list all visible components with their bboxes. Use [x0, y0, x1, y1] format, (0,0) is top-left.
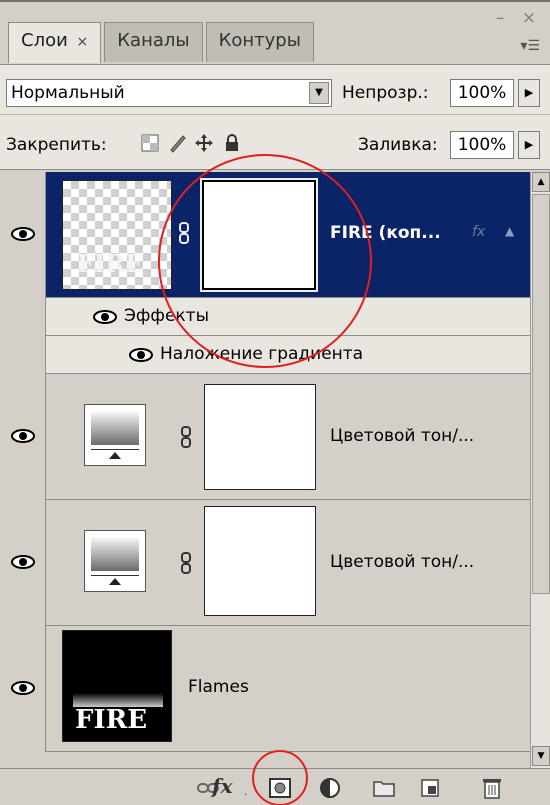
panel-menu-icon[interactable]: ▾☰	[520, 38, 540, 54]
layers-panel: – × Слои × Каналы Контуры ▾☰ Нормальный …	[0, 0, 550, 805]
layer-thumbnail: FIRE	[62, 180, 172, 290]
effects-row[interactable]: Эффекты	[46, 298, 530, 336]
layers-toolbar: fx .	[0, 768, 550, 805]
lock-row: Закрепить: Заливка: 100% ▶	[0, 114, 550, 170]
fx-badge-icon: fx	[472, 224, 486, 240]
adjustment-layer-icon[interactable]	[318, 777, 342, 799]
expand-effects-icon[interactable]: ▲	[505, 224, 514, 238]
tab-channels[interactable]: Каналы	[104, 22, 203, 62]
layer-name: FIRE (коп...	[330, 223, 441, 243]
opacity-arrow-button[interactable]: ▶	[518, 79, 540, 107]
fill-label: Заливка:	[358, 135, 438, 155]
panel-titlebar: – × Слои × Каналы Контуры ▾☰	[0, 2, 550, 63]
chain-link-icon[interactable]	[178, 222, 190, 244]
lock-transparency-icon[interactable]	[140, 133, 160, 153]
lock-label: Закрепить:	[6, 135, 107, 155]
effects-label: Эффекты	[124, 306, 209, 326]
adjustment-thumbnail	[84, 404, 146, 466]
scroll-down-icon[interactable]: ▼	[532, 746, 550, 766]
layer-mask-thumbnail[interactable]	[204, 384, 316, 490]
tab-paths[interactable]: Контуры	[205, 22, 314, 62]
scroll-thumb[interactable]	[532, 194, 550, 594]
opacity-input[interactable]: 100%	[450, 79, 514, 107]
eye-icon[interactable]	[10, 554, 36, 570]
add-mask-icon[interactable]	[268, 777, 292, 799]
thumb-fire-text: FIRE	[77, 249, 144, 278]
layers-list: FIRE FIRE (коп... fx ▲ Эффекты Наложение…	[0, 172, 530, 752]
trash-icon[interactable]	[480, 777, 504, 799]
layer-thumbnail: FIRE	[62, 630, 172, 742]
eye-icon[interactable]	[92, 309, 118, 325]
blend-row: Нормальный ▼ Непрозр.: 100% ▶	[0, 64, 550, 114]
eye-icon[interactable]	[10, 226, 36, 242]
layer-row-flames[interactable]: FIRE Flames	[0, 626, 530, 752]
tab-channels-label: Каналы	[117, 30, 190, 51]
lock-position-icon[interactable]	[194, 133, 214, 153]
layer-row-hue-saturation-2[interactable]: Цветовой тон/...	[0, 500, 530, 626]
new-group-icon[interactable]	[372, 777, 396, 799]
layer-row-fire-copy[interactable]: FIRE FIRE (коп... fx ▲	[0, 172, 530, 298]
gradient-overlay-label: Наложение градиента	[160, 344, 364, 364]
panel-tabs: Слои × Каналы Контуры	[8, 22, 317, 63]
layer-mask-thumbnail[interactable]	[200, 178, 318, 292]
opacity-label: Непрозр.:	[342, 83, 429, 103]
tab-layers[interactable]: Слои ×	[8, 22, 102, 63]
chain-link-icon[interactable]	[180, 426, 192, 448]
tab-layers-label: Слои	[21, 30, 68, 51]
window-controls[interactable]: – ×	[496, 8, 542, 28]
chain-link-icon[interactable]	[180, 552, 192, 574]
fill-arrow-button[interactable]: ▶	[518, 131, 540, 159]
eye-icon[interactable]	[10, 428, 36, 444]
visibility-column	[0, 298, 46, 374]
layer-name: Цветовой тон/...	[330, 426, 475, 446]
layer-name: Цветовой тон/...	[330, 552, 475, 572]
layer-row-hue-saturation-1[interactable]: Цветовой тон/...	[0, 374, 530, 500]
thumb-fire-text: FIRE	[75, 705, 148, 735]
blend-mode-value: Нормальный	[11, 83, 125, 103]
fx-icon[interactable]: fx	[212, 774, 233, 798]
visibility-column	[0, 500, 46, 626]
visibility-column	[0, 172, 46, 298]
layers-scrollbar[interactable]: ▲ ▼	[530, 172, 550, 768]
lock-all-icon[interactable]	[222, 133, 242, 153]
eye-icon[interactable]	[128, 347, 154, 363]
close-icon[interactable]: ×	[77, 34, 89, 50]
tab-paths-label: Контуры	[218, 30, 301, 51]
new-layer-icon[interactable]	[418, 777, 442, 799]
blend-mode-select[interactable]: Нормальный ▼	[6, 79, 332, 107]
scroll-up-icon[interactable]: ▲	[532, 172, 550, 192]
chevron-down-icon: .	[244, 787, 248, 798]
layer-name: Flames	[188, 677, 249, 697]
lock-pixels-icon[interactable]	[168, 133, 188, 153]
chevron-down-icon[interactable]: ▼	[309, 82, 329, 104]
visibility-column	[0, 626, 46, 752]
eye-icon[interactable]	[10, 680, 36, 696]
gradient-overlay-row[interactable]: Наложение градиента	[46, 336, 530, 374]
adjustment-thumbnail	[84, 530, 146, 592]
fill-input[interactable]: 100%	[450, 131, 514, 159]
layer-mask-thumbnail[interactable]	[204, 506, 316, 616]
visibility-column	[0, 374, 46, 500]
